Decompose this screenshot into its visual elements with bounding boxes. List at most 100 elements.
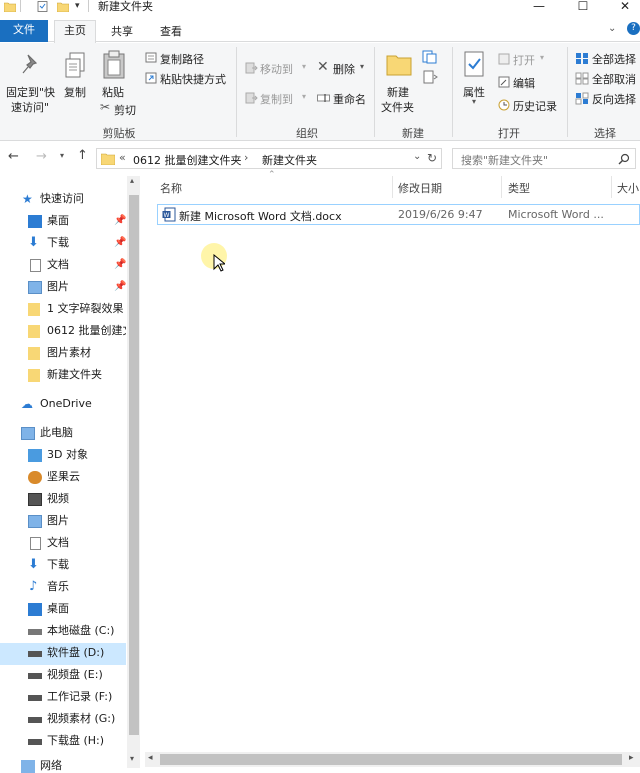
open-button[interactable]: 打开 — [513, 52, 535, 68]
breadcrumb-0612[interactable]: 0612 批量创建文件夹 — [133, 152, 242, 168]
nav-item-videos[interactable]: 视频 — [0, 489, 126, 511]
new-folder-icon[interactable] — [57, 1, 69, 12]
nav-item-folder-0612[interactable]: 0612 批量创建文 — [0, 321, 126, 343]
nav-label: 坚果云 — [47, 470, 80, 483]
chevron-down-icon: ▾ — [540, 53, 545, 62]
nav-item-desktop-pc[interactable]: 桌面 — [0, 599, 126, 621]
drive-icon — [28, 651, 42, 657]
nav-item-drive-f[interactable]: 工作记录 (F:) — [0, 687, 126, 709]
rename-button[interactable]: 重命名 — [333, 91, 366, 107]
address-dropdown-icon[interactable]: ⌄ — [413, 151, 421, 162]
desktop-icon — [28, 603, 42, 616]
select-none-button[interactable]: 全部取消 — [592, 71, 636, 87]
easy-access-icon[interactable] — [422, 70, 438, 84]
nav-quick-access[interactable]: ★ 快速访问 — [0, 189, 126, 211]
horizontal-scrollbar-thumb[interactable] — [160, 754, 622, 765]
nav-item-new-folder[interactable]: 新建文件夹 — [0, 365, 126, 387]
nav-label: 快速访问 — [40, 192, 84, 205]
breadcrumb-current[interactable]: 新建文件夹 — [262, 152, 317, 168]
nav-item-3d-objects[interactable]: 3D 对象 — [0, 445, 126, 467]
column-header-modified[interactable]: 修改日期 — [398, 180, 442, 196]
scroll-up-icon[interactable]: ▴ — [130, 176, 134, 185]
tab-file[interactable]: 文件 — [0, 20, 48, 42]
select-all-button[interactable]: 全部选择 — [592, 51, 636, 67]
copy-path-button[interactable]: 复制路径 — [160, 51, 204, 67]
nav-item-pictures-pc[interactable]: 图片 — [0, 511, 126, 533]
column-header-name[interactable]: 名称 — [160, 180, 182, 196]
tab-share[interactable]: 共享 — [100, 22, 144, 42]
pin-icon[interactable]: 📌 — [114, 277, 126, 297]
nav-scrollbar-thumb[interactable] — [129, 195, 139, 735]
back-arrow-icon[interactable]: ← — [8, 149, 19, 164]
invert-selection-button[interactable]: 反向选择 — [592, 91, 636, 107]
table-row[interactable]: W 新建 Microsoft Word 文档.docx 2019/6/26 9:… — [157, 204, 640, 225]
nav-item-drive-g[interactable]: 视频素材 (G:) — [0, 709, 126, 731]
delete-button[interactable]: 删除 — [333, 61, 355, 77]
overflow-chevrons[interactable]: « — [119, 151, 126, 164]
nav-item-folder-1[interactable]: 1 文字碎裂效果 — [0, 299, 126, 321]
close-button[interactable]: ✕ — [604, 0, 640, 15]
nav-item-music[interactable]: ♪ 音乐 — [0, 577, 126, 599]
pin-quick-access-label-2[interactable]: 速访问" — [11, 99, 49, 115]
nav-item-downloads-pc[interactable]: ⬇ 下载 — [0, 555, 126, 577]
file-name[interactable]: 新建 Microsoft Word 文档.docx — [179, 208, 342, 224]
pin-icon[interactable]: 📌 — [114, 255, 126, 275]
nav-item-downloads[interactable]: ⬇ 下载 📌 — [0, 233, 126, 255]
up-arrow-icon[interactable]: ↑ — [77, 148, 88, 163]
minimize-button[interactable]: — — [518, 0, 560, 15]
pin-icon[interactable]: 📌 — [114, 233, 126, 253]
new-item-icon[interactable] — [422, 50, 438, 64]
new-folder-button-2[interactable]: 文件夹 — [381, 99, 414, 115]
move-to-button[interactable]: 移动到 — [260, 61, 293, 77]
paste-button[interactable]: 粘贴 — [102, 84, 124, 100]
nav-onedrive[interactable]: ☁ OneDrive — [0, 394, 126, 416]
column-header-size[interactable]: 大小 — [617, 180, 640, 196]
nav-label: 网络 — [40, 759, 62, 772]
tab-view[interactable]: 查看 — [150, 22, 192, 42]
history-button[interactable]: 历史记录 — [513, 98, 557, 114]
breadcrumb-separator-icon[interactable]: › — [244, 151, 248, 164]
window-title: 新建文件夹 — [98, 0, 153, 13]
customize-toolbar-icon[interactable]: ▾ — [75, 1, 80, 11]
help-icon[interactable]: ? — [627, 22, 640, 35]
copy-to-button[interactable]: 复制到 — [260, 91, 293, 107]
nav-label: 视频素材 (G:) — [47, 712, 116, 725]
search-input[interactable]: 搜索"新建文件夹" — [452, 148, 636, 169]
copy-button[interactable]: 复制 — [64, 84, 86, 100]
forward-arrow-icon[interactable]: → — [36, 149, 47, 164]
address-bar[interactable]: « 0612 批量创建文件夹 › 新建文件夹 ⌄ ↻ — [96, 148, 442, 169]
nav-item-desktop[interactable]: 桌面 📌 — [0, 211, 126, 233]
column-header-type[interactable]: 类型 — [508, 180, 530, 196]
document-icon — [30, 259, 41, 272]
nav-item-jianguoyun[interactable]: 坚果云 — [0, 467, 126, 489]
search-icon[interactable] — [618, 153, 630, 165]
nav-item-documents-pc[interactable]: 文档 — [0, 533, 126, 555]
expand-ribbon-icon[interactable]: ⌄ — [608, 23, 616, 34]
nav-item-drive-c[interactable]: 本地磁盘 (C:) — [0, 621, 126, 643]
tab-home[interactable]: 主页 — [54, 20, 96, 43]
scroll-down-icon[interactable]: ▾ — [130, 754, 134, 763]
scroll-right-icon[interactable]: ▸ — [629, 753, 634, 763]
paste-shortcut-button[interactable]: 粘贴快捷方式 — [160, 71, 226, 87]
nav-item-drive-h[interactable]: 下载盘 (H:) — [0, 731, 126, 753]
nav-item-drive-e[interactable]: 视频盘 (E:) — [0, 665, 126, 687]
new-folder-button[interactable]: 新建 — [387, 84, 409, 100]
nav-label: 桌面 — [47, 214, 69, 227]
nav-item-drive-d[interactable]: 软件盘 (D:) — [0, 643, 126, 665]
properties-icon[interactable] — [37, 1, 49, 12]
refresh-icon[interactable]: ↻ — [427, 151, 437, 165]
drive-icon — [28, 673, 42, 679]
pin-icon[interactable]: 📌 — [114, 211, 126, 231]
nav-item-pictures[interactable]: 图片 📌 — [0, 277, 126, 299]
film-icon — [28, 493, 42, 506]
nav-this-pc[interactable]: 此电脑 — [0, 423, 126, 445]
nav-item-documents[interactable]: 文档 📌 — [0, 255, 126, 277]
recent-locations-icon[interactable]: ▾ — [60, 151, 64, 160]
nav-item-picture-assets[interactable]: 图片素材 — [0, 343, 126, 365]
maximize-button[interactable]: ☐ — [562, 0, 604, 15]
cut-button[interactable]: 剪切 — [114, 102, 136, 118]
scroll-left-icon[interactable]: ◂ — [148, 753, 153, 763]
edit-button[interactable]: 编辑 — [513, 75, 535, 91]
pin-quick-access-label[interactable]: 固定到"快 — [6, 84, 55, 100]
nav-network[interactable]: 网络 — [0, 756, 126, 773]
